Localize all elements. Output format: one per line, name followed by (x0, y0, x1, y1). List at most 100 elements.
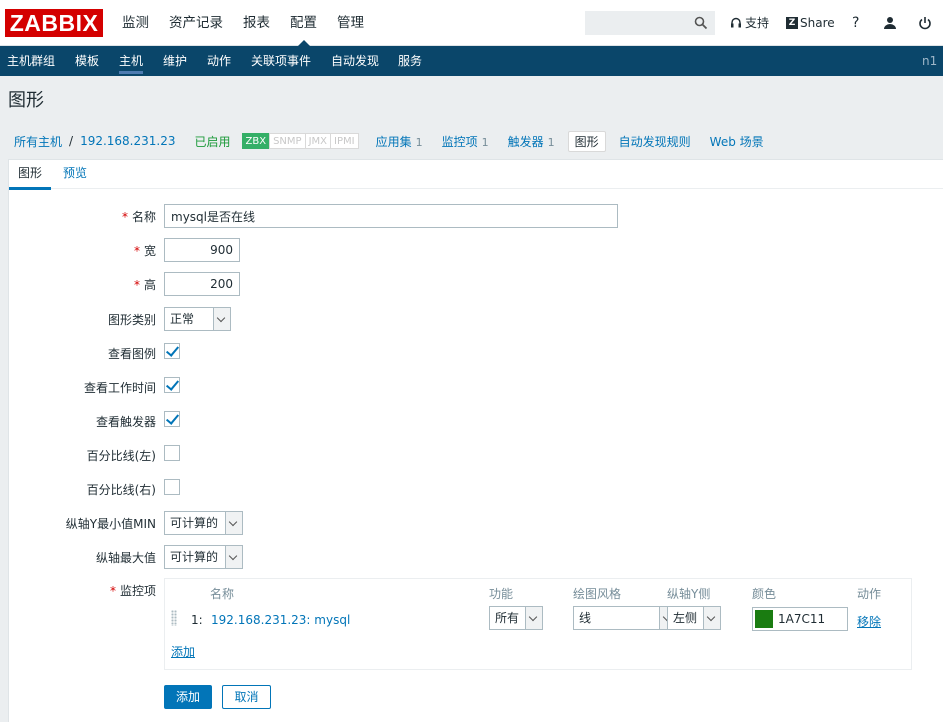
share-icon: Z (786, 17, 798, 29)
ymin-type-value: 可计算的 (170, 516, 219, 530)
badge-ipmi: IPMI (330, 133, 359, 149)
subnav-services[interactable]: 服务 (398, 46, 422, 76)
items-count: 1 (481, 135, 489, 149)
show-legend-label: 查看图例 (107, 347, 156, 361)
percentile-left-checkbox[interactable] (164, 445, 180, 461)
item-color-picker[interactable]: 1A7C11 (752, 607, 848, 631)
column-header-function: 功能 (489, 587, 514, 601)
host-link-triggers[interactable]: 触发器 1 (508, 133, 555, 150)
width-label-text: 宽 (143, 244, 156, 258)
subnav-event-correlation[interactable]: 关联项事件 (251, 46, 311, 76)
items-label-text: 监控项 (119, 584, 156, 598)
remove-item-button[interactable]: 移除 (857, 613, 881, 630)
cancel-button[interactable]: 取消 (222, 685, 271, 709)
support-link[interactable]: 支持 (730, 14, 769, 32)
height-label: * 高 (9, 276, 156, 293)
item-y-axis-side-select[interactable]: 左侧 (667, 606, 721, 630)
chevron-down-icon (525, 607, 542, 629)
menu-administration[interactable]: 管理 (327, 0, 374, 46)
items-link-label: 监控项 (441, 134, 478, 149)
menu-inventory[interactable]: 资产记录 (159, 0, 233, 46)
subnav-host-groups[interactable]: 主机群组 (7, 46, 55, 76)
host-link-applications[interactable]: 应用集 1 (376, 133, 423, 150)
page-title: 图形 (8, 90, 44, 111)
applications-count: 1 (415, 135, 423, 149)
add-item-link[interactable]: 添加 (171, 643, 195, 660)
required-asterisk: * (121, 210, 128, 224)
applications-link-label: 应用集 (375, 134, 412, 149)
host-link-graphs[interactable]: 图形 (567, 130, 606, 152)
breadcrumb-all-hosts[interactable]: 所有主机 (14, 133, 62, 150)
search-icon[interactable] (694, 16, 708, 30)
column-header-name: 名称 (210, 587, 235, 601)
item-draw-style-value: 线 (579, 611, 592, 625)
item-draw-style-select[interactable]: 线 (573, 606, 677, 630)
color-swatch[interactable] (755, 610, 773, 628)
subnav-hosts[interactable]: 主机 (119, 46, 144, 76)
graph-name-input[interactable] (164, 204, 618, 228)
percentile-right-checkbox[interactable] (164, 479, 180, 495)
tab-preview[interactable]: 预览 (63, 160, 87, 187)
item-function-value: 所有 (495, 611, 520, 625)
host-status-enabled[interactable]: 已启用 (195, 133, 231, 150)
column-header-draw-style: 绘图风格 (573, 587, 622, 601)
share-label: Share (800, 16, 835, 30)
item-color-value: 1A7C11 (778, 612, 826, 626)
triggers-link-label: 触发器 (507, 134, 544, 149)
main-menu: 监测 资产记录 报表 配置 管理 (112, 0, 374, 46)
availability-badges: ZBX SNMP JMX IPMI (241, 133, 359, 149)
headset-icon (731, 17, 741, 28)
chevron-down-icon (225, 512, 242, 534)
percentile-right-label: 百分比线(右) (86, 483, 156, 497)
graph-height-input[interactable] (164, 272, 240, 296)
sub-navigation: 主机群组 模板 主机 维护 动作 关联项事件 自动发现 服务 n1 (0, 46, 943, 76)
breadcrumb-host[interactable]: 192.168.231.23 (80, 134, 175, 148)
top-header: ZABBIX 监测 资产记录 报表 配置 管理 支持 Z Share ? (0, 0, 943, 46)
share-link[interactable]: Z Share (786, 14, 835, 32)
show-triggers-checkbox[interactable] (164, 411, 180, 427)
ymax-type-select[interactable]: 可计算的 (164, 545, 243, 569)
item-name-link[interactable]: 192.168.231.23: mysql (211, 613, 350, 627)
chevron-down-icon (225, 546, 242, 568)
graph-type-select[interactable]: 正常 (164, 307, 231, 331)
menu-monitoring[interactable]: 监测 (112, 0, 159, 46)
item-function-select[interactable]: 所有 (489, 606, 543, 630)
required-asterisk: * (109, 584, 116, 598)
search-input[interactable] (585, 11, 715, 35)
show-legend-checkbox[interactable] (164, 343, 180, 359)
zabbix-logo[interactable]: ZABBIX (5, 9, 103, 37)
ymin-label: 纵轴Y最小值MIN (65, 517, 156, 531)
subnav-discovery[interactable]: 自动发现 (331, 46, 379, 76)
percentile-left-label: 百分比线(左) (86, 449, 156, 463)
item-y-axis-side-value: 左侧 (673, 611, 698, 625)
subnav-maintenance[interactable]: 维护 (163, 46, 187, 76)
help-icon[interactable]: ? (852, 14, 859, 32)
graph-items-table: 名称 功能 绘图风格 纵轴Y侧 颜色 动作 1: 192.168.231.23:… (164, 578, 912, 670)
host-link-discovery-rules[interactable]: 自动发现规则 (619, 133, 691, 150)
ymax-type-value: 可计算的 (170, 550, 219, 564)
badge-jmx: JMX (304, 133, 332, 149)
required-asterisk: * (133, 278, 140, 292)
host-link-items[interactable]: 监控项 1 (442, 133, 489, 150)
menu-configuration[interactable]: 配置 (280, 0, 327, 46)
ymax-label: 纵轴最大值 (95, 551, 156, 565)
badge-zbx: ZBX (241, 133, 271, 149)
triggers-count: 1 (547, 135, 555, 149)
sign-out-icon[interactable] (918, 14, 932, 32)
subnav-templates[interactable]: 模板 (75, 46, 99, 76)
user-profile-icon[interactable] (883, 14, 897, 32)
item-row-index: 1: (191, 613, 203, 627)
menu-reports[interactable]: 报表 (233, 0, 280, 46)
graph-form-panel: 图形 预览 *名称 *宽 *高 图形类别 正常 查看图例 查看工作时间 查看触发… (8, 159, 943, 722)
graph-width-input[interactable] (164, 238, 240, 262)
show-work-period-checkbox[interactable] (164, 377, 180, 393)
items-label: * 监控项 (9, 582, 156, 599)
host-link-web-scenarios[interactable]: Web 场景 (710, 133, 764, 150)
tab-graph[interactable]: 图形 (9, 160, 52, 190)
drag-handle-icon[interactable] (171, 610, 177, 626)
required-asterisk: * (133, 244, 140, 258)
add-button[interactable]: 添加 (164, 685, 212, 709)
ymin-type-select[interactable]: 可计算的 (164, 511, 243, 535)
graph-type-value: 正常 (170, 312, 195, 326)
subnav-actions[interactable]: 动作 (207, 46, 231, 76)
